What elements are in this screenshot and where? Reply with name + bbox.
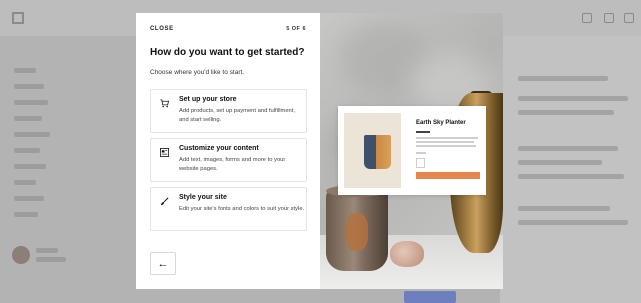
background-nav-item [14, 116, 42, 121]
quantity-label [416, 152, 426, 154]
option-style-site[interactable]: Style your site Edit your site's fonts a… [150, 187, 307, 231]
background-text-line [518, 146, 618, 151]
background-text-line [518, 160, 602, 165]
product-description-line [416, 137, 478, 139]
brush-icon [160, 197, 169, 206]
background-nav-item [14, 100, 48, 105]
background-nav-item [14, 164, 46, 169]
product-preview-card: Earth Sky Planter [338, 106, 486, 195]
background-nav-item [14, 212, 38, 217]
get-started-dialog: CLOSE 5 OF 6 How do you want to get star… [136, 13, 503, 289]
background-toolbar-icon [604, 13, 614, 23]
dialog-preview-panel: Earth Sky Planter [320, 13, 503, 289]
option-title: Set up your store [179, 96, 237, 103]
cart-icon [160, 99, 169, 108]
dialog-title: How do you want to get started? [150, 47, 305, 58]
dialog-subtitle: Choose where you'd like to start. [150, 69, 245, 76]
quantity-field [416, 158, 425, 168]
background-nav-item [14, 132, 50, 137]
dialog-left-panel: CLOSE 5 OF 6 How do you want to get star… [136, 13, 320, 289]
add-to-cart-button [416, 172, 480, 179]
content-icon [160, 148, 169, 157]
background-nav-item [14, 84, 44, 89]
option-customize-content[interactable]: Customize your content Add text, images,… [150, 138, 307, 182]
option-description: Add products, set up payment and fulfill… [179, 108, 296, 123]
product-description-line [416, 145, 476, 147]
background-nav-item [14, 148, 40, 153]
product-image [344, 113, 401, 188]
background-text-line [518, 220, 628, 225]
option-set-up-store[interactable]: Set up your store Add products, set up p… [150, 89, 307, 133]
background-text-line [518, 96, 628, 101]
background-text-line [518, 174, 624, 179]
option-description: Add text, images, forms and more to your… [179, 157, 286, 172]
background-toolbar-icon [582, 13, 592, 23]
product-title: Earth Sky Planter [416, 120, 466, 126]
background-action-button [404, 291, 456, 303]
background-toolbar-icon [624, 13, 634, 23]
background-text-line [518, 76, 608, 81]
planter-cup [364, 135, 391, 169]
close-button[interactable]: CLOSE [150, 26, 174, 32]
background-text-line [518, 110, 614, 115]
background-nav-item [14, 180, 36, 185]
background-user-name [36, 248, 58, 253]
menu-icon [12, 12, 24, 24]
ceramic-pot-glaze [346, 213, 368, 251]
pink-stone [390, 241, 424, 267]
arrow-left-icon: ← [157, 257, 169, 270]
background-user-email [36, 257, 66, 262]
product-price [416, 131, 430, 133]
avatar [12, 246, 30, 264]
background-editor-panel [500, 36, 641, 303]
option-title: Style your site [179, 194, 227, 201]
background-nav-item [14, 196, 44, 201]
background-text-line [518, 206, 610, 211]
step-indicator: 5 OF 6 [286, 26, 306, 32]
back-button[interactable]: ← [150, 252, 176, 275]
product-description-line [416, 141, 474, 143]
option-title: Customize your content [179, 145, 259, 152]
background-nav-item [14, 68, 36, 73]
option-description: Edit your site's fonts and colors to sui… [179, 206, 305, 212]
